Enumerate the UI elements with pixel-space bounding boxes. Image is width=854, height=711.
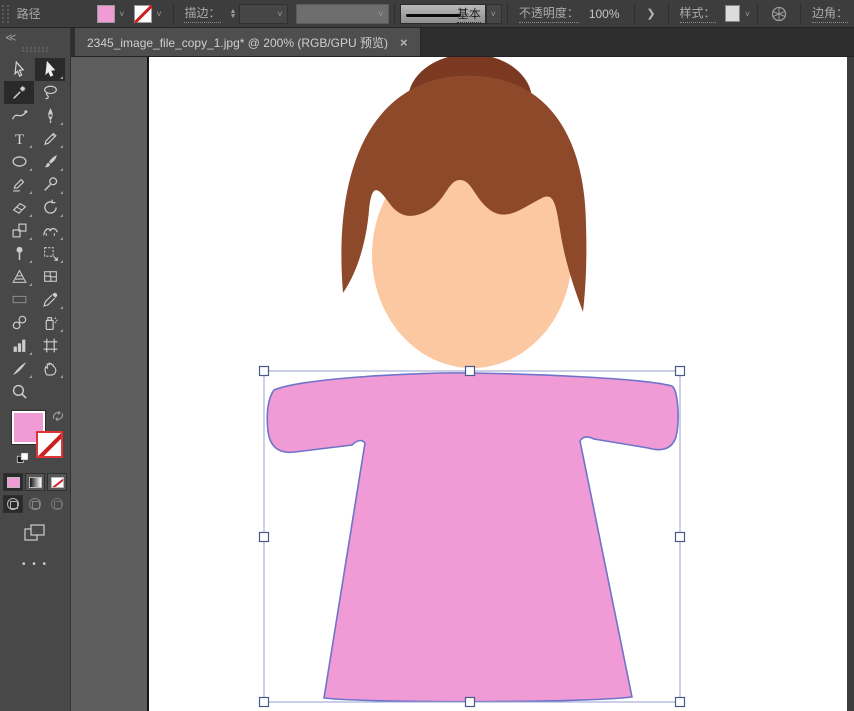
artboard-tool[interactable] [35, 334, 65, 357]
collapse-panel-button[interactable]: ≪ [0, 28, 70, 44]
stroke-weight-stepper[interactable]: ▲▼ [230, 9, 237, 19]
chevron-down-icon: ˅ [376, 9, 385, 19]
magic-wand-tool[interactable] [4, 81, 34, 104]
style-swatch-icon[interactable] [725, 5, 740, 22]
fill-color-dropdown[interactable]: ˅ [97, 5, 126, 23]
context-label: 路径 [17, 5, 41, 22]
swap-fill-stroke-icon[interactable] [51, 409, 65, 423]
blob-brush-tool[interactable] [35, 173, 65, 196]
chevron-down-icon[interactable]: ˅ [154, 9, 163, 19]
corner-label[interactable]: 边角： [812, 4, 848, 23]
none-button[interactable] [47, 473, 67, 491]
scale-tool[interactable] [4, 219, 34, 242]
chevron-down-icon: ˅ [275, 9, 284, 19]
chevron-down-icon[interactable]: ˅ [117, 9, 126, 19]
handle-top-center[interactable] [466, 367, 475, 376]
slice-tool[interactable] [4, 357, 34, 380]
opacity-label[interactable]: 不透明度： [519, 4, 579, 23]
change-screen-mode-button[interactable] [23, 523, 47, 543]
symbol-sprayer-tool[interactable] [35, 311, 65, 334]
close-tab-icon[interactable]: × [398, 35, 410, 50]
ellipse-tool[interactable] [4, 150, 34, 173]
canvas-viewport[interactable] [71, 57, 854, 711]
rotate-tool[interactable] [35, 196, 65, 219]
pencil-tool[interactable] [35, 127, 65, 150]
more-options-arrow[interactable]: ❯ [639, 7, 662, 20]
direct-selection-tool[interactable] [35, 58, 65, 81]
right-panel-edge [847, 57, 854, 711]
pen-tool[interactable] [35, 104, 65, 127]
gradient-tool[interactable] [4, 288, 34, 311]
selection-tool[interactable] [4, 58, 34, 81]
chevron-down-icon: ˅ [489, 9, 498, 19]
puppet-warp-tool[interactable] [4, 242, 34, 265]
recolor-artwork-icon[interactable] [771, 5, 787, 23]
width-tool[interactable] [35, 219, 65, 242]
stroke-color-dropdown[interactable]: ˅ [134, 5, 163, 23]
eyedropper-tool[interactable] [35, 288, 65, 311]
brush-dropdown-arrow[interactable]: ˅ [486, 4, 502, 24]
fill-stroke-block [0, 409, 71, 469]
brush-definition-dropdown[interactable]: 基本 [400, 4, 486, 24]
type-tool[interactable] [4, 127, 34, 150]
options-bar: 路径 ˅ ˅ 描边： ▲▼ ˅ ˅ 基本 ˅ 不透明度： 1 [0, 0, 854, 28]
draw-inside-button[interactable] [47, 495, 67, 513]
handle-bottom-left[interactable] [260, 698, 269, 707]
handle-middle-right[interactable] [676, 533, 685, 542]
panel-grip-icon[interactable] [22, 47, 48, 52]
default-fill-stroke-icon[interactable] [16, 451, 30, 465]
document-tab-title: 2345_image_file_copy_1.jpg* @ 200% (RGB/… [87, 34, 388, 51]
artboard-canvas[interactable] [147, 57, 847, 711]
draw-behind-button[interactable] [25, 495, 45, 513]
document-area: 2345_image_file_copy_1.jpg* @ 200% (RGB/… [71, 28, 854, 711]
free-transform-tool[interactable] [35, 242, 65, 265]
brush-stroke-preview-icon [406, 14, 461, 17]
curvature-tool[interactable] [4, 104, 34, 127]
tool-grid [0, 58, 70, 403]
edit-toolbar-button[interactable]: • • • [0, 559, 70, 570]
smooth-tool[interactable] [4, 173, 34, 196]
gradient-button[interactable] [25, 473, 45, 491]
color-button[interactable] [3, 473, 23, 491]
draw-normal-button[interactable] [3, 495, 23, 513]
stroke-none-swatch-icon[interactable] [134, 5, 152, 23]
chevron-down-icon[interactable]: ˅ [743, 9, 752, 19]
handle-top-left[interactable] [260, 367, 269, 376]
fill-color-swatch-icon[interactable] [97, 5, 115, 23]
drawing-mode-row [0, 495, 70, 513]
stroke-color-proxy[interactable] [36, 431, 63, 458]
document-tab[interactable]: 2345_image_file_copy_1.jpg* @ 200% (RGB/… [75, 28, 421, 56]
figure-dress-selected[interactable] [267, 373, 678, 702]
panel-grip-icon[interactable] [2, 5, 9, 23]
column-graph-tool[interactable] [4, 334, 34, 357]
stroke-weight-dropdown[interactable]: ˅ [239, 4, 288, 24]
color-mode-row [0, 473, 70, 491]
eraser-tool[interactable] [4, 196, 34, 219]
stroke-weight-label[interactable]: 描边： [184, 4, 220, 23]
hand-tool[interactable] [35, 357, 65, 380]
illustrator-window: 路径 ˅ ˅ 描边： ▲▼ ˅ ˅ 基本 ˅ 不透明度： 1 [0, 0, 854, 711]
perspective-grid-tool[interactable] [4, 265, 34, 288]
opacity-value[interactable]: 100% [589, 7, 625, 21]
tools-panel: ≪ T [0, 28, 71, 711]
brush-name: 基本 [457, 5, 481, 23]
handle-bottom-center[interactable] [466, 698, 475, 707]
handle-middle-left[interactable] [260, 533, 269, 542]
paintbrush-tool[interactable] [35, 150, 65, 173]
lasso-tool[interactable] [35, 81, 65, 104]
mesh-tool[interactable] [35, 265, 65, 288]
blend-tool[interactable] [4, 311, 34, 334]
handle-top-right[interactable] [676, 367, 685, 376]
document-tab-bar: 2345_image_file_copy_1.jpg* @ 200% (RGB/… [71, 28, 854, 57]
handle-bottom-right[interactable] [676, 698, 685, 707]
width-profile-dropdown[interactable]: ˅ [296, 4, 390, 24]
artwork-svg [149, 57, 849, 711]
zoom-tool[interactable] [4, 380, 34, 403]
style-label[interactable]: 样式： [680, 4, 716, 23]
